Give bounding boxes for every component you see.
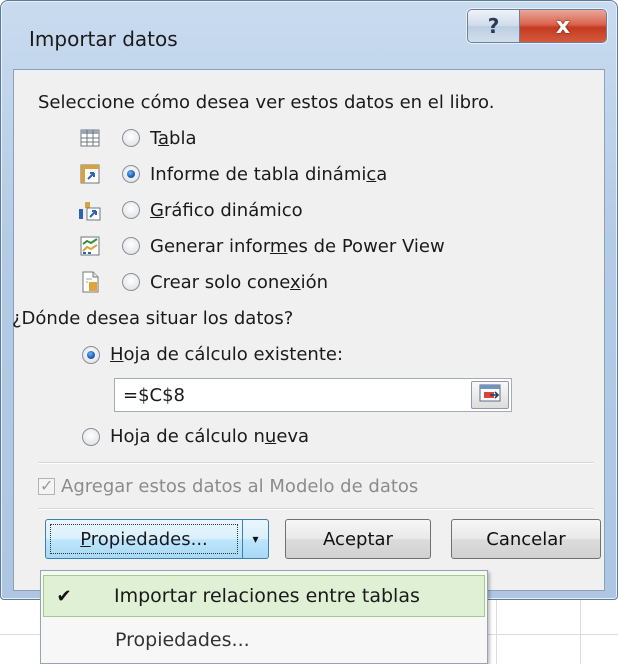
properties-button[interactable]: Propiedades... [46, 520, 242, 558]
chevron-down-icon: ▾ [252, 532, 259, 546]
close-button[interactable]: x [520, 10, 606, 42]
option-power-view-label: Generar informes de Power View [150, 235, 445, 257]
add-to-data-model-label: Agregar estos datos al Modelo de datos [61, 476, 419, 497]
option-pivot-chart-label: Gráfico dinámico [150, 199, 303, 221]
menu-item-label: Propiedades... [115, 629, 250, 651]
menu-item-import-relationships[interactable]: ✔ Importar relaciones entre tablas [43, 575, 485, 617]
cell-reference-input[interactable]: =$C$8 [114, 378, 512, 412]
add-to-data-model-checkbox[interactable] [38, 476, 55, 495]
radio-power-view[interactable] [122, 237, 140, 255]
pivot-table-icon [78, 162, 102, 186]
power-view-icon [78, 234, 102, 258]
collapse-dialog-button[interactable] [471, 381, 509, 409]
properties-dropdown-arrow[interactable]: ▾ [242, 520, 268, 558]
option-table[interactable]: Tabla [78, 126, 197, 150]
radio-new-sheet[interactable] [82, 427, 100, 446]
option-existing-sheet-label: Hoja de cálculo existente: [110, 344, 344, 365]
separator-line [38, 462, 594, 463]
dialog-title: Importar datos [29, 27, 178, 51]
range-select-icon [478, 383, 502, 408]
radio-existing-sheet[interactable] [82, 345, 100, 364]
table-icon [78, 126, 102, 150]
option-connection-only-label: Crear solo conexión [150, 271, 329, 293]
connection-only-icon [78, 270, 102, 294]
option-existing-sheet[interactable]: Hoja de cálculo existente: [82, 344, 343, 365]
separator-line-2 [38, 508, 594, 509]
caption-buttons: ? x [467, 9, 607, 43]
radio-table[interactable] [122, 129, 140, 147]
dialog-body: Seleccione cómo desea ver estos datos en… [12, 69, 605, 591]
radio-pivot-chart[interactable] [122, 201, 140, 219]
option-connection-only[interactable]: Crear solo conexión [78, 270, 328, 294]
accept-button[interactable]: Aceptar [285, 519, 431, 559]
focus-rectangle [50, 524, 238, 554]
option-new-sheet-label: Hoja de cálculo nueva [110, 426, 310, 447]
option-pivot-table-label: Informe de tabla dinámica [150, 163, 388, 185]
option-table-label: Tabla [150, 127, 197, 149]
view-section-heading: Seleccione cómo desea ver estos datos en… [38, 92, 495, 113]
menu-item-properties[interactable]: Propiedades... [43, 619, 485, 661]
cell-reference-value: =$C$8 [123, 385, 186, 406]
location-section-heading: ¿Dónde desea situar los datos? [12, 308, 294, 329]
properties-split-button[interactable]: Propiedades... ▾ [45, 519, 269, 559]
checkmark-icon: ✔ [56, 585, 72, 607]
properties-dropdown-menu: ✔ Importar relaciones entre tablas Propi… [40, 570, 488, 664]
option-pivot-chart[interactable]: Gráfico dinámico [78, 198, 303, 222]
title-bar[interactable]: Importar datos ? x [1, 1, 617, 69]
option-power-view[interactable]: Generar informes de Power View [78, 234, 445, 258]
menu-item-label: Importar relaciones entre tablas [114, 585, 420, 607]
radio-pivot-table[interactable] [122, 165, 140, 183]
pivot-chart-icon [78, 198, 102, 222]
radio-connection-only[interactable] [122, 273, 140, 291]
option-pivot-table[interactable]: Informe de tabla dinámica [78, 162, 387, 186]
import-data-dialog: Importar datos ? x Seleccione cómo desea… [0, 0, 618, 600]
add-to-data-model-option[interactable]: Agregar estos datos al Modelo de datos [38, 476, 418, 497]
cancel-button[interactable]: Cancelar [451, 519, 601, 559]
option-new-sheet[interactable]: Hoja de cálculo nueva [82, 426, 309, 447]
help-button[interactable]: ? [468, 10, 520, 42]
